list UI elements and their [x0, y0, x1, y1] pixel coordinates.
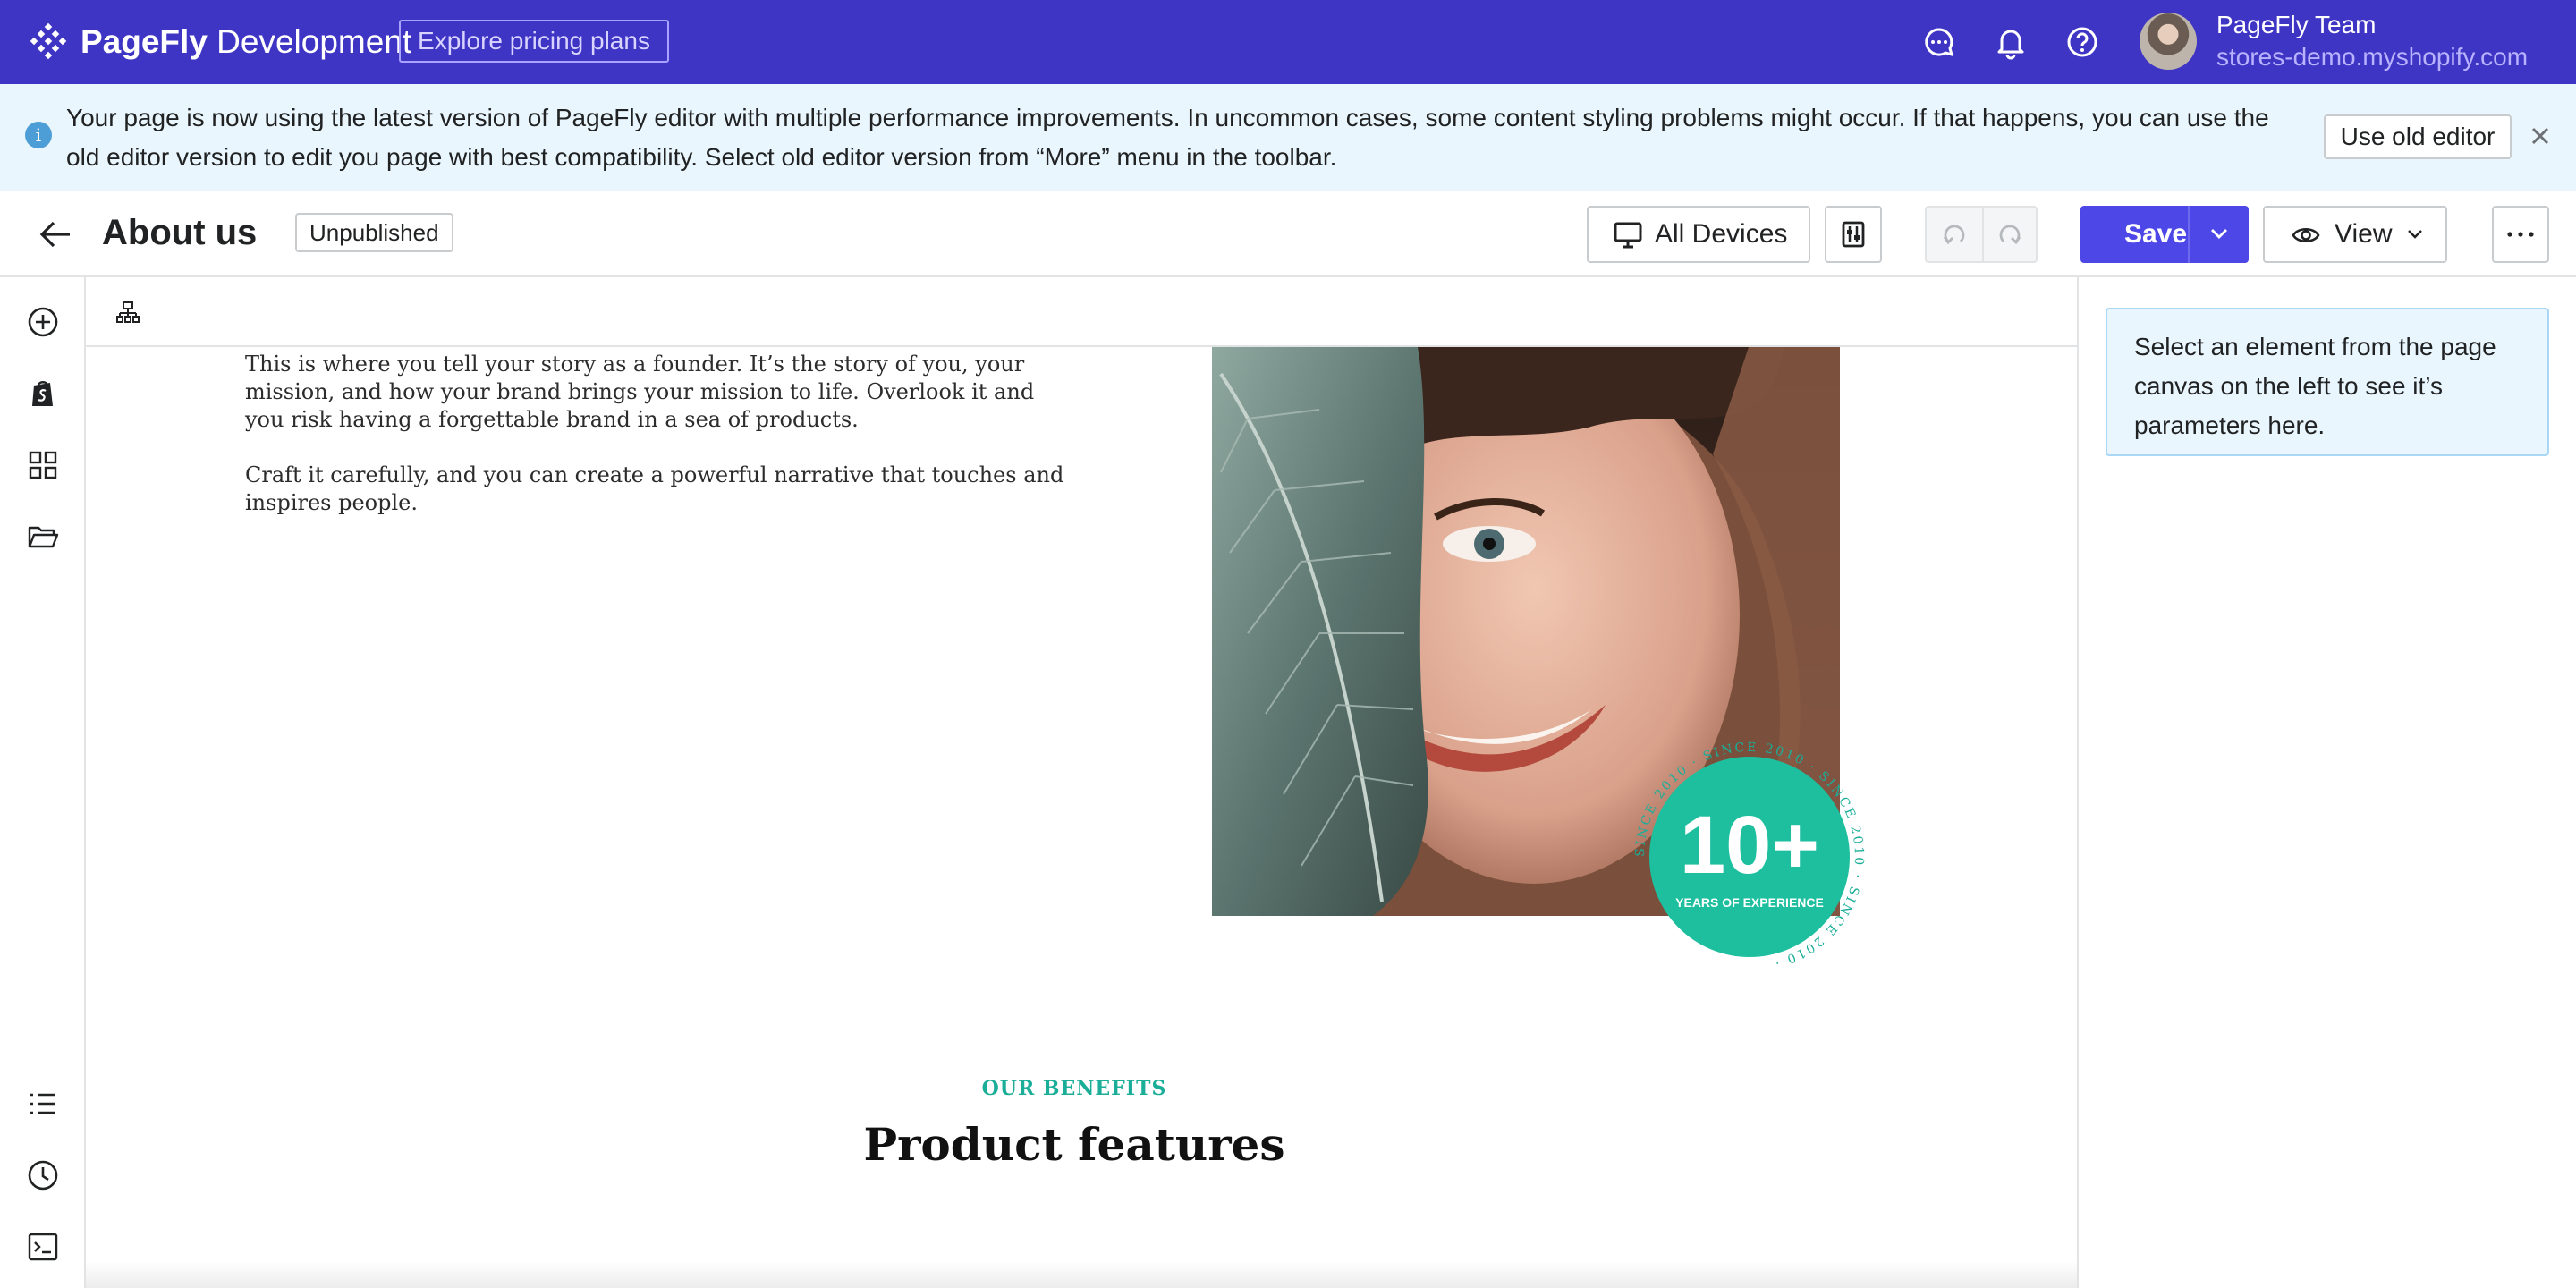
info-icon: i — [25, 122, 52, 148]
top-bar: PageFly Development Explore pricing plan… — [0, 0, 2576, 84]
brand-name-bold: PageFly — [80, 23, 208, 60]
chevron-down-icon — [2408, 230, 2422, 239]
story-paragraph[interactable]: Craft it carefully, and you can create a… — [245, 462, 1068, 517]
canvas-toolbar — [86, 277, 2077, 347]
banner-message: Your page is now using the latest versio… — [66, 104, 2269, 171]
store-domain[interactable]: stores-demo.myshopify.com — [2216, 41, 2528, 73]
experience-badge[interactable]: SINCE 2010 · SINCE 2010 · SINCE 2010 · S… — [1615, 723, 1884, 991]
add-icon[interactable] — [27, 306, 59, 338]
undo-redo-group — [1925, 206, 2038, 263]
page-canvas[interactable]: This is where you tell your story as a f… — [86, 277, 2077, 1288]
all-devices-button[interactable]: All Devices — [1587, 206, 1810, 263]
status-badge: Unpublished — [295, 213, 453, 252]
undo-redo-divider — [1982, 208, 1984, 261]
grid-icon[interactable] — [27, 449, 59, 481]
terminal-icon[interactable] — [27, 1231, 59, 1263]
history-icon[interactable] — [27, 1159, 59, 1191]
shopify-icon[interactable] — [27, 377, 59, 410]
canvas-content: This is where you tell your story as a f… — [86, 347, 2077, 1288]
save-options-button[interactable] — [2188, 206, 2249, 263]
redo-icon[interactable] — [1996, 222, 2023, 249]
back-arrow-icon[interactable] — [38, 218, 73, 250]
explore-pricing-button[interactable]: Explore pricing plans — [399, 20, 669, 63]
user-name[interactable]: PageFly Team — [2216, 9, 2376, 41]
chat-icon[interactable] — [1921, 24, 1957, 60]
help-icon[interactable] — [2064, 24, 2100, 60]
section-eyebrow[interactable]: OUR BENEFITS — [86, 1077, 2063, 1100]
page-title: About us — [102, 213, 258, 252]
chevron-down-icon — [2211, 229, 2227, 239]
more-menu-button[interactable] — [2492, 206, 2549, 263]
page-settings-button[interactable] — [1825, 206, 1882, 263]
brand-name: PageFly Development — [80, 20, 411, 64]
all-devices-label: All Devices — [1655, 219, 1788, 249]
brand-name-rest: Development — [207, 23, 412, 60]
inspector-hint: Select an element from the page canvas o… — [2106, 308, 2549, 456]
user-avatar[interactable] — [2140, 13, 2197, 70]
eye-icon — [2292, 227, 2320, 243]
sitemap-icon[interactable] — [116, 301, 140, 324]
badge-caption: YEARS OF EXPERIENCE — [1675, 895, 1824, 910]
story-paragraph[interactable]: This is where you tell your story as a f… — [245, 351, 1068, 434]
folder-icon[interactable] — [27, 521, 59, 553]
view-label: View — [2334, 219, 2393, 249]
canvas-bottom-fade — [86, 1261, 2077, 1288]
section-heading[interactable]: Product features — [86, 1118, 2063, 1171]
pagefly-logo-icon[interactable] — [27, 21, 70, 64]
more-horizontal-icon — [2507, 232, 2534, 237]
close-icon[interactable] — [2528, 123, 2553, 148]
desktop-icon — [1614, 222, 1642, 249]
use-old-editor-button[interactable]: Use old editor — [2324, 114, 2512, 159]
left-sidebar — [0, 277, 86, 1288]
sliders-icon — [1842, 221, 1865, 248]
bell-icon[interactable] — [1993, 24, 2029, 60]
undo-icon[interactable] — [1941, 222, 1968, 249]
badge-number: 10+ — [1680, 800, 1819, 891]
list-icon[interactable] — [27, 1088, 59, 1120]
view-button[interactable]: View — [2263, 206, 2447, 263]
